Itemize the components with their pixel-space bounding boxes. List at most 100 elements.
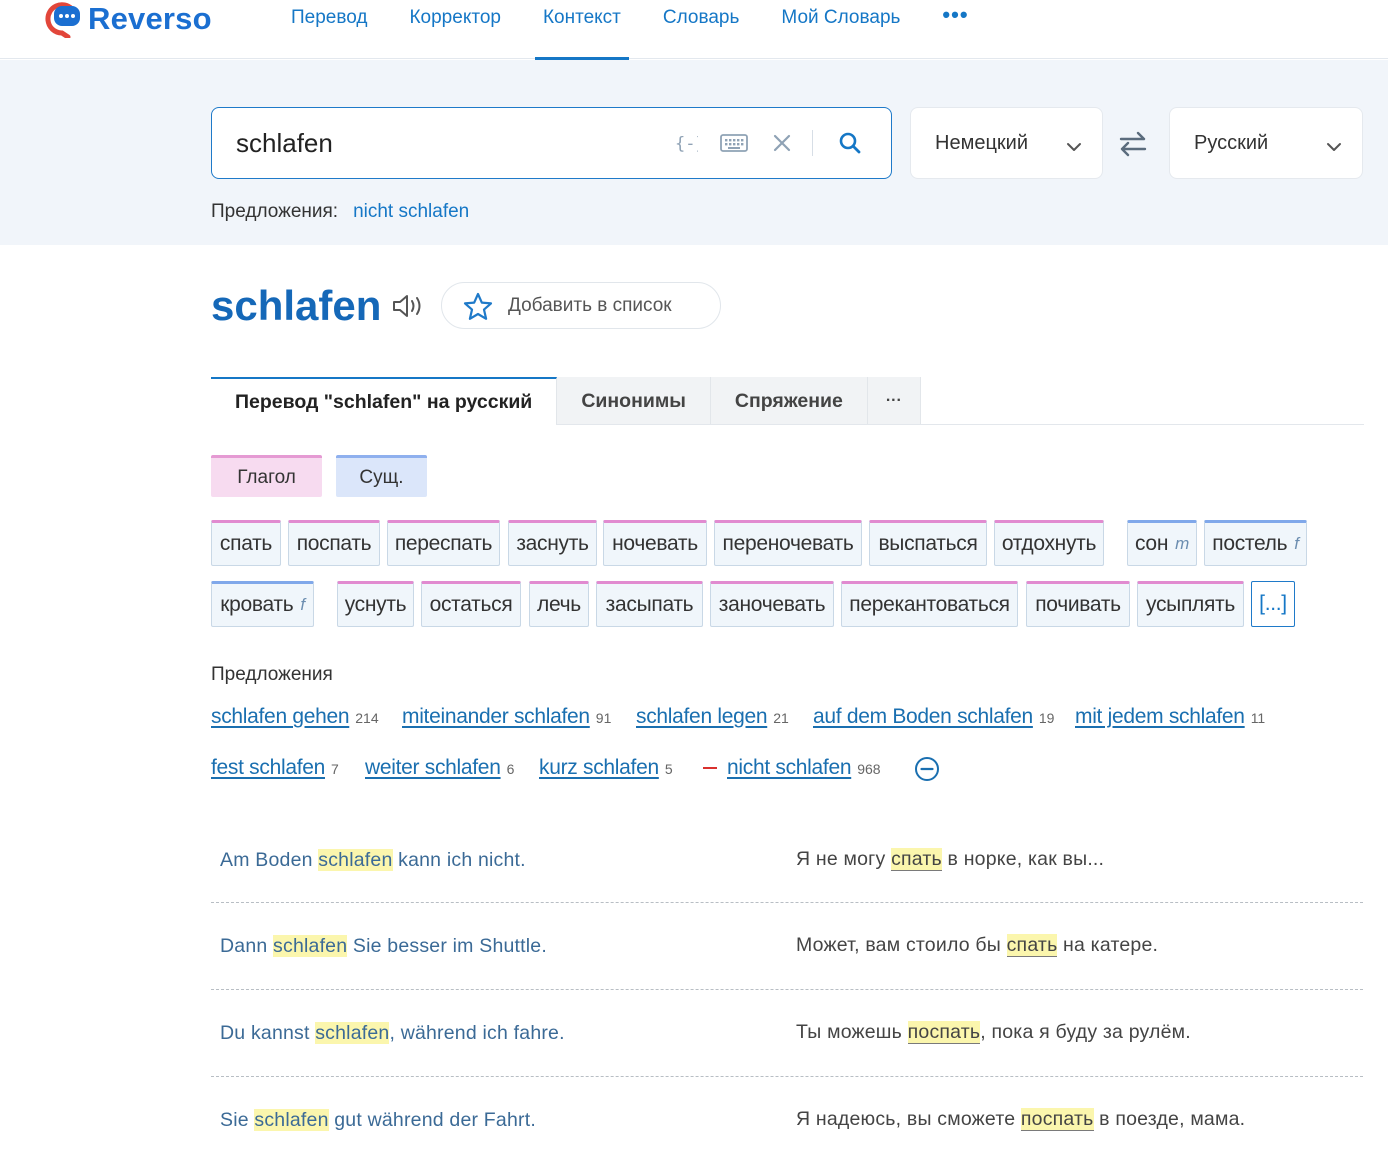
suggestion-link[interactable]: nicht schlafen	[353, 201, 469, 223]
swap-icon[interactable]	[1118, 131, 1148, 162]
more-translations-button[interactable]: [...]	[1251, 581, 1295, 627]
phrase-count: 21	[773, 710, 789, 726]
example-highlight: schlafen	[273, 935, 348, 957]
phrase-link[interactable]: schlafen legen	[636, 705, 768, 729]
example-text: Sie besser im Shuttle.	[347, 935, 547, 957]
phrase-item: auf dem Boden schlafen 19	[813, 705, 1054, 729]
translation-text: кровать	[220, 593, 294, 616]
tab-conjugation[interactable]: Спряжение	[710, 377, 868, 425]
translation-chip[interactable]: уснуть	[337, 581, 414, 627]
translation-text: переспать	[394, 532, 493, 555]
translation-text: переночевать	[722, 532, 854, 555]
translation-chip[interactable]: усыплять	[1137, 581, 1244, 627]
translation-chip[interactable]: перекантоваться	[841, 581, 1018, 627]
example-text: Ты можешь	[796, 1021, 908, 1043]
phrase-link[interactable]: weiter schlafen	[365, 756, 501, 780]
translation-text: почивать	[1035, 593, 1121, 616]
translation-text: перекантоваться	[849, 593, 1010, 616]
phrase-count: 7	[331, 761, 339, 777]
phrase-count: 968	[857, 761, 881, 777]
phrase-count: 214	[355, 710, 379, 726]
example-text: в поезде, мама.	[1093, 1108, 1246, 1130]
example-highlight[interactable]: поспать	[1020, 1108, 1094, 1131]
example-highlight[interactable]: спать	[891, 848, 942, 871]
translation-text: сон	[1135, 532, 1169, 555]
translation-text: остаться	[429, 593, 513, 616]
translation-chip[interactable]: кровать f	[211, 581, 314, 627]
search-icon[interactable]	[836, 130, 864, 156]
translation-chip[interactable]: постель f	[1204, 520, 1307, 566]
phrase-link[interactable]: miteinander schlafen	[402, 705, 590, 729]
minus-circle-icon[interactable]	[914, 756, 940, 787]
search-suggestions: Предложения: nicht schlafen	[211, 201, 469, 223]
phrase-link[interactable]: mit jedem schlafen	[1075, 705, 1245, 729]
braces-icon[interactable]: {-}	[674, 130, 698, 156]
translation-chip[interactable]: переночевать	[714, 520, 862, 566]
source-language-select[interactable]: Немецкий	[910, 107, 1103, 179]
reverso-logo[interactable]: Reverso	[42, 0, 212, 40]
reverso-logo-icon	[42, 2, 82, 40]
nav-item-translation[interactable]: Перевод	[270, 0, 388, 59]
example-highlight: schlafen	[254, 1109, 329, 1131]
gender-marker: f	[1294, 534, 1299, 553]
translation-text: заночевать	[718, 593, 826, 616]
translation-chip[interactable]: ночевать	[603, 520, 707, 566]
translation-chip[interactable]: заночевать	[710, 581, 834, 627]
example-highlight[interactable]: спать	[1006, 934, 1058, 957]
example-text: Я надеюсь, вы сможете	[796, 1108, 1021, 1130]
close-icon[interactable]	[770, 130, 794, 156]
translation-text: спать	[219, 532, 273, 555]
phrase-link[interactable]: schlafen gehen	[211, 705, 350, 729]
phrase-link[interactable]: fest schlafen	[211, 756, 325, 780]
translation-chip[interactable]: лечь	[529, 581, 589, 627]
negation-marker	[703, 767, 717, 769]
translation-chip[interactable]: почивать	[1026, 581, 1130, 627]
phrase-link[interactable]: nicht schlafen	[727, 756, 852, 780]
example-source: Du kannst schlafen, während ich fahre.	[220, 1022, 565, 1045]
translation-chip[interactable]: отдохнуть	[994, 520, 1104, 566]
search-input[interactable]	[236, 127, 656, 159]
example-target: Может, вам стоило бы спать на катере.	[796, 934, 1158, 957]
example-row: Dann schlafen Sie besser im Shuttle. Мож…	[211, 903, 1363, 990]
translation-chip[interactable]: выспаться	[869, 520, 987, 566]
tab-synonyms[interactable]: Синонимы	[557, 377, 711, 425]
translation-chip[interactable]: остаться	[421, 581, 521, 627]
chevron-down-icon	[1066, 136, 1082, 159]
keyboard-icon[interactable]	[720, 130, 748, 156]
nav-item-dictionary[interactable]: Словарь	[642, 0, 761, 59]
phrase-link[interactable]: kurz schlafen	[539, 756, 659, 780]
nav-more-button[interactable]: •••	[921, 0, 989, 59]
example-text: Sie	[220, 1109, 255, 1131]
translation-chip[interactable]: спать	[211, 520, 281, 566]
translation-text: заснуть	[516, 532, 589, 555]
translation-chip[interactable]: сон m	[1127, 520, 1197, 566]
pos-filter-noun[interactable]: Сущ.	[336, 455, 427, 497]
phrase-link[interactable]: auf dem Boden schlafen	[813, 705, 1033, 729]
tab-more[interactable]: ···	[867, 377, 921, 425]
nav-item-context[interactable]: Контекст	[522, 0, 642, 60]
add-to-list-button[interactable]: Добавить в список	[441, 282, 721, 329]
phrase-count: 5	[664, 761, 673, 777]
tab-translation[interactable]: Перевод "schlafen" на русский	[211, 377, 558, 425]
target-language-select[interactable]: Русский	[1169, 107, 1363, 179]
nav-item-my-dictionary[interactable]: Мой Словарь	[760, 0, 921, 59]
translation-chip[interactable]: заснуть	[508, 520, 597, 566]
example-source: Sie schlafen gut während der Fahrt.	[220, 1109, 536, 1132]
example-text: , während ich fahre.	[389, 1022, 565, 1044]
example-text: Am Boden	[220, 849, 319, 871]
nav-item-speller[interactable]: Корректор	[388, 0, 521, 59]
translation-text: лечь	[537, 593, 581, 616]
example-highlight[interactable]: поспать	[907, 1021, 981, 1044]
translation-text: уснуть	[344, 593, 407, 616]
example-text: kann ich nicht.	[392, 849, 526, 871]
example-row: Am Boden schlafen kann ich nicht. Я не м…	[211, 816, 1363, 903]
translation-text: отдохнуть	[1001, 532, 1097, 555]
pos-filter-verb[interactable]: Глагол	[211, 455, 322, 497]
target-language-label: Русский	[1194, 132, 1269, 154]
speaker-icon[interactable]	[391, 293, 425, 324]
translation-chip[interactable]: засыпать	[596, 581, 703, 627]
phrase-item: weiter schlafen 6	[365, 756, 514, 780]
phrases-title: Предложения	[211, 664, 333, 685]
translation-chip[interactable]: переспать	[387, 520, 500, 566]
translation-chip[interactable]: поспать	[288, 520, 380, 566]
